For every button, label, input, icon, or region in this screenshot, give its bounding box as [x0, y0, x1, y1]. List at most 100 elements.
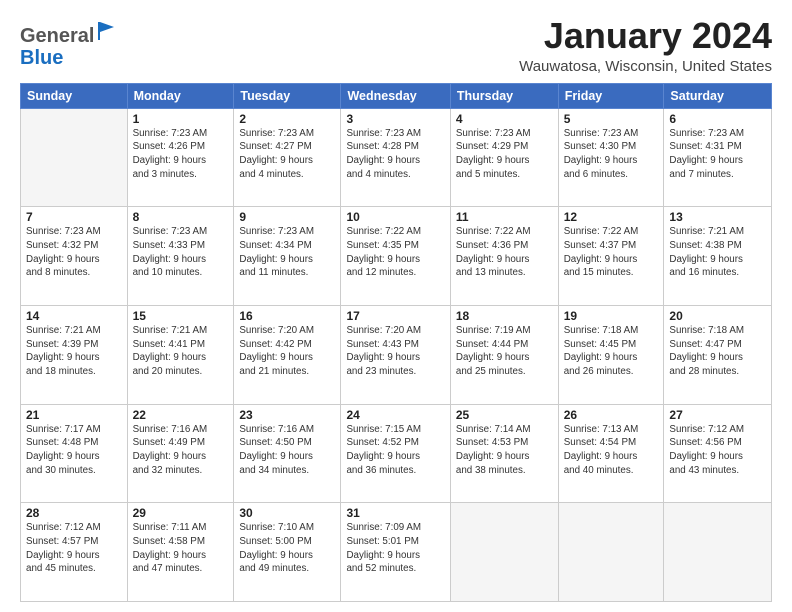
- location-title: Wauwatosa, Wisconsin, United States: [519, 58, 772, 75]
- day-of-week-header: Monday: [127, 83, 234, 108]
- day-number: 20: [669, 309, 766, 323]
- calendar-cell: 30Sunrise: 7:10 AM Sunset: 5:00 PM Dayli…: [234, 503, 341, 602]
- day-info: Sunrise: 7:18 AM Sunset: 4:47 PM Dayligh…: [669, 324, 766, 379]
- calendar-week-row: 28Sunrise: 7:12 AM Sunset: 4:57 PM Dayli…: [21, 503, 772, 602]
- calendar-cell: 29Sunrise: 7:11 AM Sunset: 4:58 PM Dayli…: [127, 503, 234, 602]
- day-number: 16: [239, 309, 335, 323]
- day-info: Sunrise: 7:19 AM Sunset: 4:44 PM Dayligh…: [456, 324, 553, 379]
- calendar-cell: 4Sunrise: 7:23 AM Sunset: 4:29 PM Daylig…: [450, 108, 558, 207]
- calendar-cell: 22Sunrise: 7:16 AM Sunset: 4:49 PM Dayli…: [127, 404, 234, 503]
- logo-blue-text: Blue: [20, 47, 118, 69]
- day-info: Sunrise: 7:12 AM Sunset: 4:56 PM Dayligh…: [669, 423, 766, 478]
- day-number: 5: [564, 112, 659, 126]
- day-info: Sunrise: 7:18 AM Sunset: 4:45 PM Dayligh…: [564, 324, 659, 379]
- logo-flag-icon: [96, 20, 118, 42]
- day-number: 13: [669, 210, 766, 224]
- calendar-cell: 24Sunrise: 7:15 AM Sunset: 4:52 PM Dayli…: [341, 404, 450, 503]
- day-number: 12: [564, 210, 659, 224]
- day-number: 25: [456, 408, 553, 422]
- day-info: Sunrise: 7:21 AM Sunset: 4:41 PM Dayligh…: [133, 324, 229, 379]
- day-info: Sunrise: 7:23 AM Sunset: 4:30 PM Dayligh…: [564, 127, 659, 182]
- day-number: 27: [669, 408, 766, 422]
- calendar-cell: 8Sunrise: 7:23 AM Sunset: 4:33 PM Daylig…: [127, 207, 234, 306]
- calendar-cell: 7Sunrise: 7:23 AM Sunset: 4:32 PM Daylig…: [21, 207, 128, 306]
- calendar-cell: 20Sunrise: 7:18 AM Sunset: 4:47 PM Dayli…: [664, 305, 772, 404]
- calendar-cell: 6Sunrise: 7:23 AM Sunset: 4:31 PM Daylig…: [664, 108, 772, 207]
- day-number: 21: [26, 408, 122, 422]
- calendar-cell: 18Sunrise: 7:19 AM Sunset: 4:44 PM Dayli…: [450, 305, 558, 404]
- day-info: Sunrise: 7:16 AM Sunset: 4:50 PM Dayligh…: [239, 423, 335, 478]
- day-info: Sunrise: 7:21 AM Sunset: 4:39 PM Dayligh…: [26, 324, 122, 379]
- calendar-week-row: 1Sunrise: 7:23 AM Sunset: 4:26 PM Daylig…: [21, 108, 772, 207]
- day-info: Sunrise: 7:14 AM Sunset: 4:53 PM Dayligh…: [456, 423, 553, 478]
- calendar-cell: 1Sunrise: 7:23 AM Sunset: 4:26 PM Daylig…: [127, 108, 234, 207]
- day-of-week-header: Tuesday: [234, 83, 341, 108]
- day-number: 9: [239, 210, 335, 224]
- day-number: 10: [346, 210, 444, 224]
- calendar-cell: 11Sunrise: 7:22 AM Sunset: 4:36 PM Dayli…: [450, 207, 558, 306]
- logo-text: General: [20, 20, 118, 47]
- logo-general: General: [20, 25, 94, 47]
- calendar-cell: 21Sunrise: 7:17 AM Sunset: 4:48 PM Dayli…: [21, 404, 128, 503]
- day-info: Sunrise: 7:23 AM Sunset: 4:26 PM Dayligh…: [133, 127, 229, 182]
- calendar-cell: 3Sunrise: 7:23 AM Sunset: 4:28 PM Daylig…: [341, 108, 450, 207]
- calendar-cell: 27Sunrise: 7:12 AM Sunset: 4:56 PM Dayli…: [664, 404, 772, 503]
- calendar-cell: 17Sunrise: 7:20 AM Sunset: 4:43 PM Dayli…: [341, 305, 450, 404]
- day-number: 24: [346, 408, 444, 422]
- day-number: 6: [669, 112, 766, 126]
- day-info: Sunrise: 7:15 AM Sunset: 4:52 PM Dayligh…: [346, 423, 444, 478]
- day-number: 11: [456, 210, 553, 224]
- calendar-week-row: 7Sunrise: 7:23 AM Sunset: 4:32 PM Daylig…: [21, 207, 772, 306]
- calendar: SundayMondayTuesdayWednesdayThursdayFrid…: [20, 83, 772, 602]
- day-number: 7: [26, 210, 122, 224]
- day-info: Sunrise: 7:23 AM Sunset: 4:29 PM Dayligh…: [456, 127, 553, 182]
- day-number: 30: [239, 506, 335, 520]
- calendar-cell: [450, 503, 558, 602]
- day-info: Sunrise: 7:17 AM Sunset: 4:48 PM Dayligh…: [26, 423, 122, 478]
- day-number: 26: [564, 408, 659, 422]
- day-number: 4: [456, 112, 553, 126]
- day-number: 28: [26, 506, 122, 520]
- calendar-cell: 28Sunrise: 7:12 AM Sunset: 4:57 PM Dayli…: [21, 503, 128, 602]
- day-info: Sunrise: 7:21 AM Sunset: 4:38 PM Dayligh…: [669, 225, 766, 280]
- calendar-cell: 19Sunrise: 7:18 AM Sunset: 4:45 PM Dayli…: [558, 305, 664, 404]
- calendar-cell: 9Sunrise: 7:23 AM Sunset: 4:34 PM Daylig…: [234, 207, 341, 306]
- day-number: 14: [26, 309, 122, 323]
- day-info: Sunrise: 7:20 AM Sunset: 4:42 PM Dayligh…: [239, 324, 335, 379]
- day-info: Sunrise: 7:23 AM Sunset: 4:33 PM Dayligh…: [133, 225, 229, 280]
- day-number: 19: [564, 309, 659, 323]
- calendar-cell: 14Sunrise: 7:21 AM Sunset: 4:39 PM Dayli…: [21, 305, 128, 404]
- day-of-week-header: Wednesday: [341, 83, 450, 108]
- calendar-week-row: 21Sunrise: 7:17 AM Sunset: 4:48 PM Dayli…: [21, 404, 772, 503]
- calendar-cell: 13Sunrise: 7:21 AM Sunset: 4:38 PM Dayli…: [664, 207, 772, 306]
- day-number: 23: [239, 408, 335, 422]
- calendar-cell: 31Sunrise: 7:09 AM Sunset: 5:01 PM Dayli…: [341, 503, 450, 602]
- day-of-week-header: Saturday: [664, 83, 772, 108]
- day-info: Sunrise: 7:23 AM Sunset: 4:27 PM Dayligh…: [239, 127, 335, 182]
- calendar-header-row: SundayMondayTuesdayWednesdayThursdayFrid…: [21, 83, 772, 108]
- calendar-cell: 23Sunrise: 7:16 AM Sunset: 4:50 PM Dayli…: [234, 404, 341, 503]
- day-info: Sunrise: 7:12 AM Sunset: 4:57 PM Dayligh…: [26, 521, 122, 576]
- day-number: 3: [346, 112, 444, 126]
- day-info: Sunrise: 7:22 AM Sunset: 4:37 PM Dayligh…: [564, 225, 659, 280]
- day-info: Sunrise: 7:16 AM Sunset: 4:49 PM Dayligh…: [133, 423, 229, 478]
- day-info: Sunrise: 7:09 AM Sunset: 5:01 PM Dayligh…: [346, 521, 444, 576]
- title-block: January 2024 Wauwatosa, Wisconsin, Unite…: [519, 16, 772, 75]
- month-title: January 2024: [519, 16, 772, 56]
- calendar-cell: 16Sunrise: 7:20 AM Sunset: 4:42 PM Dayli…: [234, 305, 341, 404]
- calendar-cell: [558, 503, 664, 602]
- calendar-cell: 15Sunrise: 7:21 AM Sunset: 4:41 PM Dayli…: [127, 305, 234, 404]
- day-number: 17: [346, 309, 444, 323]
- day-number: 31: [346, 506, 444, 520]
- day-number: 18: [456, 309, 553, 323]
- day-number: 8: [133, 210, 229, 224]
- day-info: Sunrise: 7:23 AM Sunset: 4:34 PM Dayligh…: [239, 225, 335, 280]
- day-number: 22: [133, 408, 229, 422]
- day-info: Sunrise: 7:23 AM Sunset: 4:32 PM Dayligh…: [26, 225, 122, 280]
- calendar-cell: 10Sunrise: 7:22 AM Sunset: 4:35 PM Dayli…: [341, 207, 450, 306]
- page: General Blue January 2024 Wauwatosa, Wis…: [0, 0, 792, 612]
- calendar-cell: 12Sunrise: 7:22 AM Sunset: 4:37 PM Dayli…: [558, 207, 664, 306]
- calendar-cell: [664, 503, 772, 602]
- logo: General Blue: [20, 20, 118, 69]
- day-info: Sunrise: 7:23 AM Sunset: 4:31 PM Dayligh…: [669, 127, 766, 182]
